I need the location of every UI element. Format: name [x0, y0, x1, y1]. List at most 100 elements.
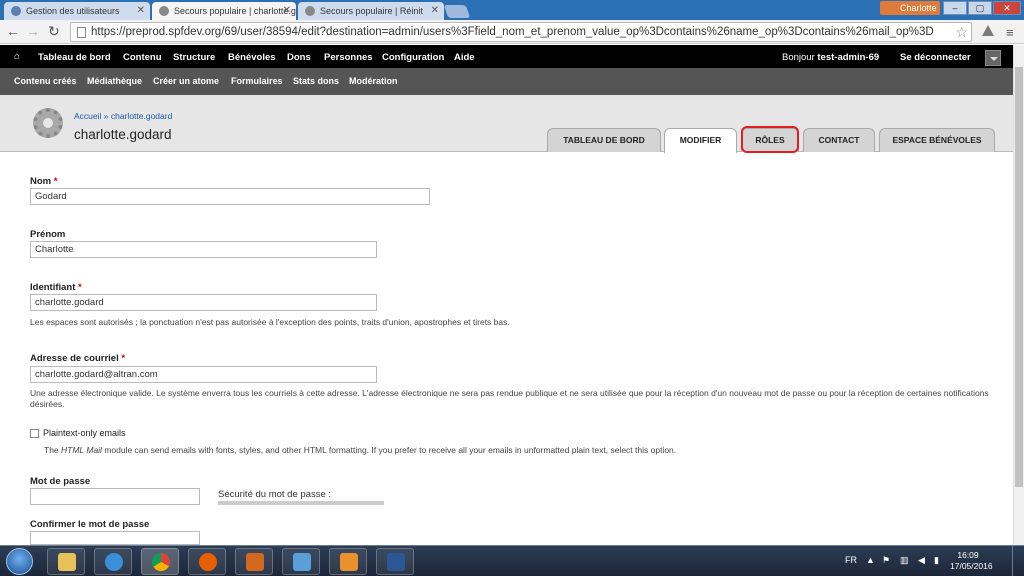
tab-espace-benevoles[interactable]: ESPACE BÉNÉVOLES — [879, 128, 995, 152]
courriel-label-text: Adresse de courriel — [30, 353, 119, 364]
admin-menu-item[interactable]: Tableau de bord — [38, 52, 111, 63]
internet-explorer-icon — [105, 553, 123, 571]
breadcrumb-home-link[interactable]: Accueil — [74, 111, 101, 121]
shortcut-item[interactable]: Contenu créés — [14, 76, 77, 86]
windows-taskbar: FR ▲ ⚑ ▥ ◀ ▮ 16:09 17/05/2016 — [0, 545, 1024, 576]
nom-label: Nom * — [30, 176, 57, 187]
taskbar-chrome[interactable] — [141, 548, 179, 575]
page-icon — [77, 27, 86, 38]
breadcrumb: Accueil » charlotte.godard — [74, 111, 172, 121]
browser-toolbar: ← → ↻ https://preprod.spfdev.org/69/user… — [0, 20, 1024, 44]
browser-tab[interactable]: Gestion des utilisateurs ✕ — [4, 2, 150, 20]
username-link[interactable]: test-admin-69 — [817, 52, 879, 63]
scrollbar-thumb[interactable] — [1015, 67, 1023, 487]
clock-time: 16:09 — [957, 550, 979, 560]
plaintext-checkbox[interactable] — [30, 429, 39, 438]
outlook-icon — [340, 553, 358, 571]
firefox-icon — [199, 553, 217, 571]
maximize-button[interactable]: ▢ — [968, 1, 992, 15]
home-icon[interactable]: ⌂ — [14, 51, 20, 62]
plaintext-help: The HTML Mail module can send emails wit… — [44, 445, 1004, 456]
language-indicator[interactable]: FR — [845, 555, 857, 565]
prenom-label: Prénom — [30, 229, 66, 240]
shortcut-item[interactable]: Créer un atome — [153, 76, 219, 86]
password-field[interactable] — [30, 488, 200, 505]
shortcut-item[interactable]: Stats dons — [293, 76, 339, 86]
window-close-button[interactable]: ✕ — [993, 1, 1021, 15]
taskbar-ie[interactable] — [94, 548, 132, 575]
plaintext-help-prefix: The — [44, 445, 62, 455]
shortcut-item[interactable]: Modération — [349, 76, 398, 86]
admin-menu-item[interactable]: Personnes — [324, 52, 373, 63]
close-icon[interactable]: ✕ — [283, 5, 291, 16]
reload-icon[interactable]: ↻ — [48, 24, 60, 38]
drupal-favicon-icon — [305, 6, 315, 16]
forward-arrow-icon[interactable]: → — [26, 24, 40, 38]
shortcut-item[interactable]: Médiathèque — [87, 76, 142, 86]
bookmark-star-icon[interactable]: ☆ — [955, 24, 968, 41]
plaintext-checkbox-label[interactable]: Plaintext-only emails — [43, 428, 126, 438]
address-bar[interactable]: https://preprod.spfdev.org/69/user/38594… — [70, 22, 972, 42]
clock[interactable]: 16:09 17/05/2016 — [950, 550, 993, 572]
extension-icon[interactable] — [981, 24, 995, 38]
network-icon[interactable]: ▥ — [900, 555, 909, 566]
browser-tab-title: Gestion des utilisateurs — [26, 6, 120, 16]
confirm-password-field[interactable] — [30, 531, 200, 545]
url-text[interactable]: https://preprod.spfdev.org/69/user/38594… — [91, 26, 951, 38]
logout-link[interactable]: Se déconnecter — [900, 52, 971, 63]
admin-menu-item[interactable]: Bénévoles — [228, 52, 276, 63]
menu-icon[interactable]: ≡ — [1006, 25, 1014, 40]
speaker-icon[interactable]: ◀ — [918, 555, 925, 566]
drupal-favicon-icon — [159, 6, 169, 16]
admin-menu-item[interactable]: Contenu — [123, 52, 162, 63]
admin-menu-item[interactable]: Aide — [454, 52, 475, 63]
page-scrollbar[interactable] — [1013, 45, 1024, 545]
courriel-field[interactable]: charlotte.godard@altran.com — [30, 366, 377, 383]
taskbar-firefox[interactable] — [188, 548, 226, 575]
breadcrumb-user-link[interactable]: charlotte.godard — [111, 111, 172, 121]
tab-tableau-de-bord[interactable]: TABLEAU DE BORD — [547, 128, 661, 152]
taskbar-media[interactable] — [235, 548, 273, 575]
identifiant-label: Identifiant * — [30, 282, 82, 293]
page-title: charlotte.godard — [74, 127, 172, 142]
browser-tab[interactable]: Secours populaire | Réinit ✕ — [298, 2, 444, 20]
admin-menu-item[interactable]: Configuration — [382, 52, 444, 63]
taskbar-app[interactable] — [282, 548, 320, 575]
taskbar-word[interactable] — [376, 548, 414, 575]
admin-menu-item[interactable]: Dons — [287, 52, 311, 63]
new-tab-button[interactable] — [443, 5, 471, 18]
media-player-icon — [246, 553, 264, 571]
tab-modifier[interactable]: MODIFIER — [664, 128, 737, 153]
back-arrow-icon[interactable]: ← — [6, 24, 20, 38]
close-icon[interactable]: ✕ — [431, 5, 439, 16]
profile-badge[interactable]: Charlotte — [880, 1, 940, 15]
tab-contact[interactable]: CONTACT — [803, 128, 875, 152]
identifiant-help: Les espaces sont autorisés ; la ponctuat… — [30, 317, 510, 327]
browser-tab-active[interactable]: Secours populaire | charlotte.godard ✕ — [152, 2, 296, 20]
start-button[interactable] — [6, 548, 33, 575]
prenom-field[interactable]: Charlotte — [30, 241, 377, 258]
password-label: Mot de passe — [30, 476, 91, 487]
tray-arrow-icon[interactable]: ▲ — [866, 555, 875, 565]
folder-icon — [58, 553, 76, 571]
minimize-button[interactable]: – — [943, 1, 967, 15]
clock-date: 17/05/2016 — [950, 561, 993, 571]
shortcut-item[interactable]: Formulaires — [231, 76, 283, 86]
close-icon[interactable]: ✕ — [137, 5, 145, 16]
flag-icon[interactable]: ⚑ — [882, 555, 890, 566]
show-desktop-button[interactable] — [1012, 546, 1024, 576]
taskbar-explorer[interactable] — [47, 548, 85, 575]
browser-tab-title: Secours populaire | Réinit — [320, 6, 423, 16]
nom-field[interactable]: Godard — [30, 188, 430, 205]
admin-menu-item[interactable]: Structure — [173, 52, 215, 63]
browser-tabstrip: Gestion des utilisateurs ✕ Secours popul… — [0, 0, 1024, 20]
password-strength-bar — [218, 501, 384, 505]
courriel-label: Adresse de courriel * — [30, 353, 125, 364]
identifiant-field[interactable]: charlotte.godard — [30, 294, 377, 311]
plaintext-help-module: HTML Mail — [61, 445, 102, 455]
taskbar-outlook[interactable] — [329, 548, 367, 575]
required-marker: * — [53, 176, 58, 187]
shortcuts-toggle[interactable] — [985, 50, 1001, 66]
power-icon[interactable]: ▮ — [934, 555, 939, 566]
identifiant-label-text: Identifiant — [30, 282, 76, 293]
